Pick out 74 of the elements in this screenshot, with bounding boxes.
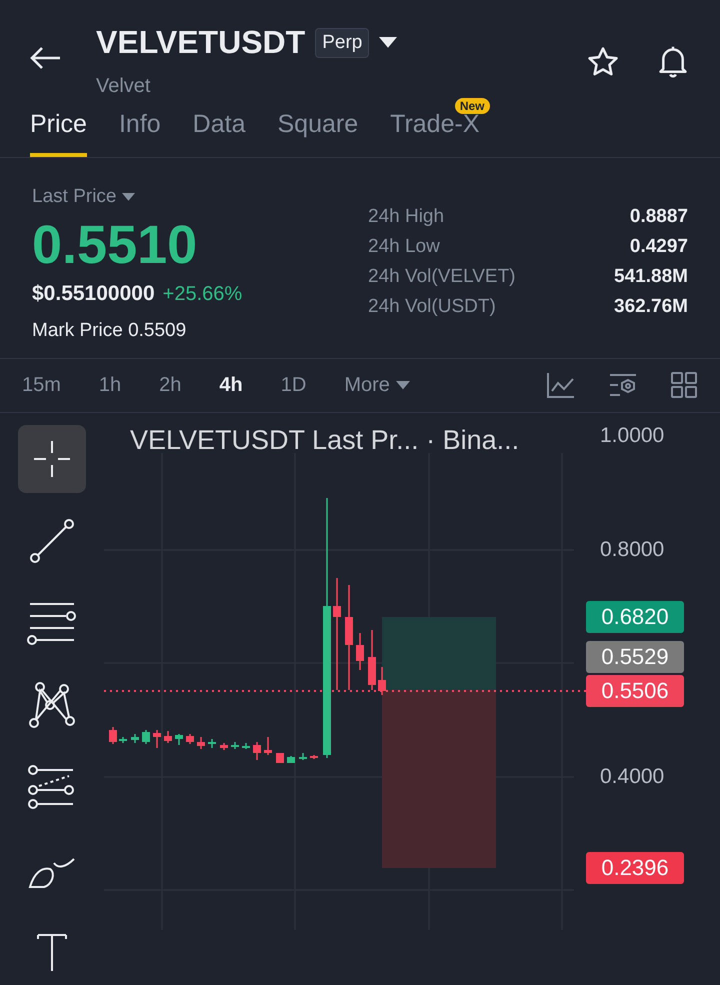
settings-icon	[608, 372, 638, 398]
back-button[interactable]	[30, 46, 62, 70]
interval-tab[interactable]: 2h	[159, 370, 182, 401]
candle	[208, 739, 216, 748]
candle	[142, 730, 150, 744]
caret-icon	[122, 192, 136, 201]
parallel-lines-icon	[26, 600, 78, 646]
candle	[119, 737, 127, 744]
price-tag: 0.6820	[586, 601, 684, 634]
candle	[287, 756, 295, 764]
stat-value: 0.8887	[628, 206, 688, 228]
new-badge: New	[454, 98, 490, 114]
price-tag: 0.2396	[586, 852, 684, 884]
chart-title: VELVETUSDT Last Pr... · Bina...	[130, 425, 520, 456]
last-price: 0.5510	[32, 214, 198, 276]
tab[interactable]: Square	[277, 110, 358, 157]
stat-value: 0.4297	[628, 236, 688, 258]
candle	[109, 727, 117, 744]
usd-price: $0.55100000	[32, 282, 155, 306]
stat-value: 541.88M	[614, 266, 688, 288]
price-change: +25.66%	[162, 282, 242, 306]
candle	[264, 737, 272, 756]
indicator-button[interactable]	[546, 371, 576, 400]
coin-name: Velvet	[96, 75, 150, 98]
grid-icon	[670, 371, 698, 400]
text-tool-icon	[34, 931, 70, 972]
crosshair-icon	[32, 439, 72, 480]
stat-label: 24h High	[368, 206, 446, 228]
interval-tab[interactable]: More	[344, 370, 410, 401]
back-arrow-icon	[30, 46, 62, 70]
layout-button[interactable]	[670, 371, 698, 400]
mark-price: Mark Price 0.5509	[32, 320, 188, 342]
price-type-dropdown[interactable]: Last Price	[32, 186, 368, 208]
tab[interactable]: Data	[192, 110, 246, 157]
stat-value: 362.76M	[614, 296, 688, 318]
candle	[175, 734, 183, 746]
candle	[242, 743, 250, 750]
stat-label: 24h Vol(VELVET)	[368, 266, 517, 288]
interval-tab[interactable]: 15m	[22, 370, 61, 401]
contract-badge: Perp	[315, 28, 370, 58]
stat-label: 24h Vol(USDT)	[368, 296, 497, 318]
candle	[310, 755, 318, 760]
candle	[131, 734, 139, 744]
interval-tab[interactable]: 4h	[219, 370, 243, 401]
stat-label: 24h Low	[368, 236, 441, 258]
candle	[356, 633, 364, 670]
tab[interactable]: Price	[30, 110, 87, 157]
line-chart-icon	[546, 371, 576, 400]
interval-tab[interactable]: 1D	[280, 370, 306, 401]
symbol-title: VELVETUSDT	[96, 24, 306, 61]
pattern-icon	[28, 681, 76, 730]
axis-label: 0.4000	[600, 764, 664, 789]
axis-label: 0.8000	[600, 538, 664, 562]
candle	[220, 743, 228, 750]
trend-line-icon	[29, 518, 75, 564]
candle	[378, 667, 386, 696]
interval-tab[interactable]: 1h	[98, 370, 122, 401]
axis-label: 1.0000	[600, 424, 664, 448]
candle	[299, 753, 307, 760]
candle	[368, 630, 376, 690]
candle	[186, 734, 194, 744]
fibonacci-icon	[27, 764, 77, 810]
candle	[276, 753, 284, 764]
drawing-tool-button[interactable]	[18, 425, 86, 494]
candle	[164, 731, 172, 744]
symbol-dropdown[interactable]	[379, 37, 398, 48]
candle	[153, 730, 161, 748]
caret-icon	[379, 37, 398, 48]
candle	[231, 742, 239, 750]
candle	[253, 742, 261, 760]
price-tag: 0.5506	[586, 675, 684, 708]
candle	[197, 737, 205, 750]
price-tag: 0.5529	[586, 641, 684, 674]
tab[interactable]: Info	[118, 110, 161, 157]
